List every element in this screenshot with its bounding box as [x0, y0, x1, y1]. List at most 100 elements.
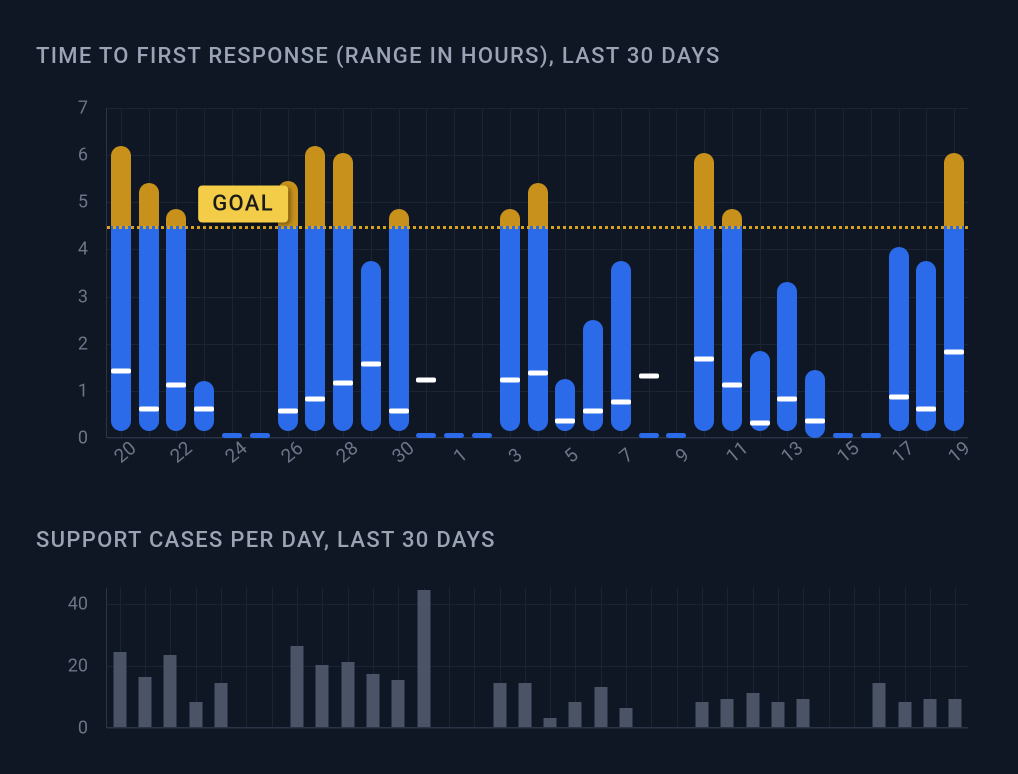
chart2-bar: [544, 718, 557, 727]
chart1-range-bar: [166, 209, 186, 431]
chart1-range-bar: [666, 433, 686, 438]
chart1-bar-over-goal: [528, 183, 548, 225]
chart1-y-tick-label: 6: [78, 145, 88, 166]
chart1-mark: [944, 350, 964, 355]
chart1-bar-under-goal: [500, 226, 520, 431]
chart1-range-bar: [639, 433, 659, 438]
chart2-gridline-v: [626, 588, 627, 727]
chart1-range-bar: [111, 146, 131, 431]
chart1-gridline-v: [871, 108, 872, 437]
chart1-mark: [555, 418, 575, 423]
chart2-bar: [366, 674, 379, 727]
chart1-bar-over-goal: [722, 209, 742, 226]
chart2-bar: [214, 683, 227, 727]
chart1-gridline-v: [482, 108, 483, 437]
chart1-bar-under-goal: [333, 226, 353, 431]
chart1-mark: [333, 380, 353, 385]
chart2-gridline-h: [107, 666, 968, 667]
chart1-range-bar: [528, 183, 548, 431]
chart2-gridline-v: [854, 588, 855, 727]
chart2-gridline-h: [107, 604, 968, 605]
chart2-title: SUPPORT CASES PER DAY, LAST 30 DAYS: [36, 528, 496, 553]
chart1-x-tick-label: 20: [109, 436, 140, 467]
chart1-bar-under-goal: [111, 226, 131, 431]
chart1-mark: [305, 397, 325, 402]
chart1: 01234567 GOAL: [36, 108, 982, 438]
chart1-bar-under-goal: [777, 282, 797, 431]
chart1-bar-over-goal: [500, 209, 520, 226]
chart1-x-tick-label: 5: [559, 443, 582, 467]
chart2-bar: [721, 699, 734, 727]
chart1-bar-under-goal: [166, 226, 186, 431]
chart2-bar: [113, 652, 126, 727]
chart1-mark: [361, 361, 381, 366]
chart1-bar-under-goal: [389, 226, 409, 431]
chart1-bar-under-goal: [889, 247, 909, 431]
chart1-bar-over-goal: [389, 209, 409, 226]
chart2-bar: [392, 680, 405, 727]
chart1-mark: [750, 420, 770, 425]
chart1-range-bar: [889, 247, 909, 431]
chart1-bar-under-goal: [250, 433, 270, 438]
chart2-gridline-v: [829, 588, 830, 727]
chart1-bar-under-goal: [472, 433, 492, 438]
chart2-gridline-v: [474, 588, 475, 727]
chart1-bar-under-goal: [139, 226, 159, 431]
chart2-bar: [772, 702, 785, 727]
chart1-y-axis: 01234567: [36, 108, 96, 438]
chart1-range-bar: [361, 261, 381, 431]
chart1-mark: [528, 371, 548, 376]
chart1-mark: [583, 409, 603, 414]
chart1-mark: [777, 397, 797, 402]
chart1-x-tick-label: 22: [165, 436, 196, 467]
chart2-bar: [620, 708, 633, 727]
chart1-bar-over-goal: [139, 183, 159, 225]
chart1-range-bar: [389, 209, 409, 431]
chart2-bar: [138, 677, 151, 727]
chart1-range-bar: [416, 433, 436, 438]
chart1-range-bar: [305, 146, 325, 431]
chart1-bar-under-goal: [361, 261, 381, 431]
chart2-bar: [696, 702, 709, 727]
chart1-x-tick-label: 1: [448, 443, 471, 467]
chart1-bar-over-goal: [166, 209, 186, 226]
chart1-x-tick-label: 24: [220, 436, 251, 467]
chart2-gridline-v: [550, 588, 551, 727]
chart1-bar-under-goal: [222, 433, 242, 438]
chart1-mark: [722, 383, 742, 388]
chart2-bar: [873, 683, 886, 727]
chart1-bar-under-goal: [861, 433, 881, 438]
chart2-bar: [746, 693, 759, 727]
chart1-y-tick-label: 2: [78, 333, 88, 354]
chart1-goal-line: [107, 226, 968, 229]
chart2-y-tick-label: 0: [78, 718, 88, 739]
chart1-mark: [916, 406, 936, 411]
chart1-gridline-v: [426, 108, 427, 437]
chart1-range-bar: [694, 153, 714, 431]
chart1-bar-under-goal: [639, 433, 659, 438]
chart2-gridline-v: [272, 588, 273, 727]
chart1-x-tick-label: 26: [276, 436, 307, 467]
chart1-bar-under-goal: [722, 226, 742, 431]
chart1-title: TIME TO FIRST RESPONSE (RANGE IN HOURS),…: [36, 44, 721, 69]
chart1-mark: [139, 406, 159, 411]
chart1-y-tick-label: 3: [78, 286, 88, 307]
chart1-gridline-v: [649, 108, 650, 437]
chart1-x-tick-label: 9: [671, 443, 694, 467]
chart1-x-tick-label: 7: [615, 443, 638, 467]
chart1-gridline-v: [260, 108, 261, 437]
chart1-bar-under-goal: [444, 433, 464, 438]
chart1-gridline-v: [232, 108, 233, 437]
chart1-range-bar: [250, 433, 270, 438]
chart1-y-tick-label: 7: [78, 98, 88, 119]
chart1-mark: [889, 394, 909, 399]
chart2-bar: [949, 699, 962, 727]
chart1-bar-under-goal: [416, 433, 436, 438]
chart2-y-tick-label: 40: [68, 593, 88, 614]
chart2-bar: [417, 590, 430, 727]
chart1-x-tick-label: 28: [332, 436, 363, 467]
chart1-range-bar: [805, 370, 825, 438]
chart1-x-tick-label: 30: [387, 436, 418, 467]
chart1-mark: [639, 373, 659, 378]
chart1-x-tick-label: 17: [888, 436, 919, 467]
